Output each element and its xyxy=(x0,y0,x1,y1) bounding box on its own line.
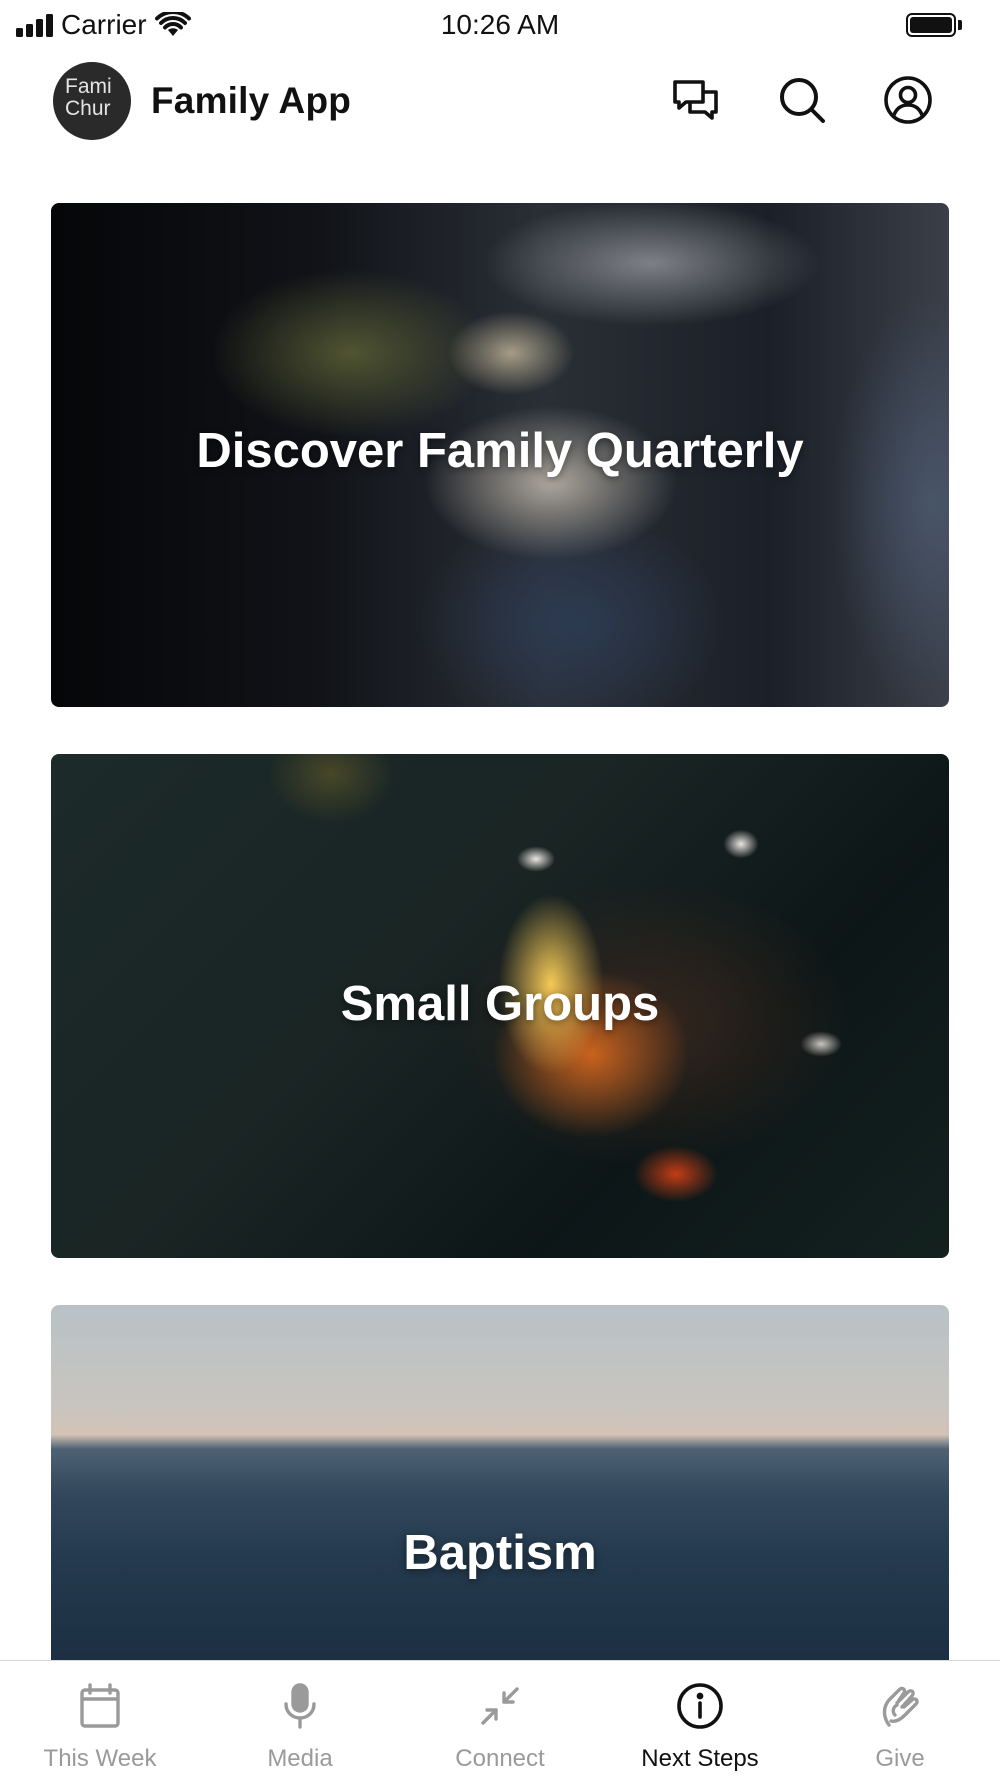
info-icon xyxy=(677,1683,723,1729)
status-bar: Carrier 10:26 AM xyxy=(0,0,1000,50)
church-logo[interactable]: Fami Chur xyxy=(53,62,131,140)
tab-this-week[interactable]: This Week xyxy=(0,1661,200,1778)
battery-icon xyxy=(906,13,956,37)
card-title: Small Groups xyxy=(340,977,660,1031)
card-title: Baptism xyxy=(403,1526,597,1580)
chat-button[interactable] xyxy=(668,72,724,128)
give-icon xyxy=(882,1686,919,1727)
tab-connect[interactable]: Connect xyxy=(400,1661,600,1778)
logo-text: Fami Chur xyxy=(65,75,112,120)
tab-give[interactable]: Give xyxy=(800,1661,1000,1778)
tab-label: This Week xyxy=(43,1745,157,1772)
card-title: Discover Family Quarterly xyxy=(196,424,804,478)
connect-arrows-icon xyxy=(481,1687,519,1725)
card-small-groups[interactable]: Small Groups xyxy=(51,754,949,1258)
search-icon xyxy=(780,78,825,123)
card-baptism[interactable]: Baptism xyxy=(51,1305,949,1660)
tab-next-steps[interactable]: Next Steps xyxy=(600,1661,800,1778)
microphone-icon xyxy=(284,1683,316,1729)
tab-media[interactable]: Media xyxy=(200,1661,400,1778)
card-discover-family-quarterly[interactable]: Discover Family Quarterly xyxy=(51,203,949,707)
app-header: Fami Chur Family App xyxy=(0,56,1000,146)
profile-button[interactable] xyxy=(880,72,936,128)
tab-label: Connect xyxy=(455,1745,545,1772)
status-time: 10:26 AM xyxy=(440,9,560,40)
battery-tip xyxy=(958,20,962,30)
search-button[interactable] xyxy=(774,72,830,128)
calendar-icon xyxy=(80,1683,120,1728)
card-image xyxy=(51,1305,949,1660)
tab-label: Next Steps xyxy=(641,1745,759,1772)
profile-icon xyxy=(884,76,932,124)
content-feed: Discover Family Quarterly Small Groups B… xyxy=(0,0,1000,1660)
tab-label: Media xyxy=(267,1745,333,1772)
app-title: Family App xyxy=(151,80,352,121)
chat-icon xyxy=(673,80,718,120)
tab-label: Give xyxy=(875,1745,925,1772)
tab-bar: This Week Media Connect Next Steps Give xyxy=(0,1660,1000,1778)
